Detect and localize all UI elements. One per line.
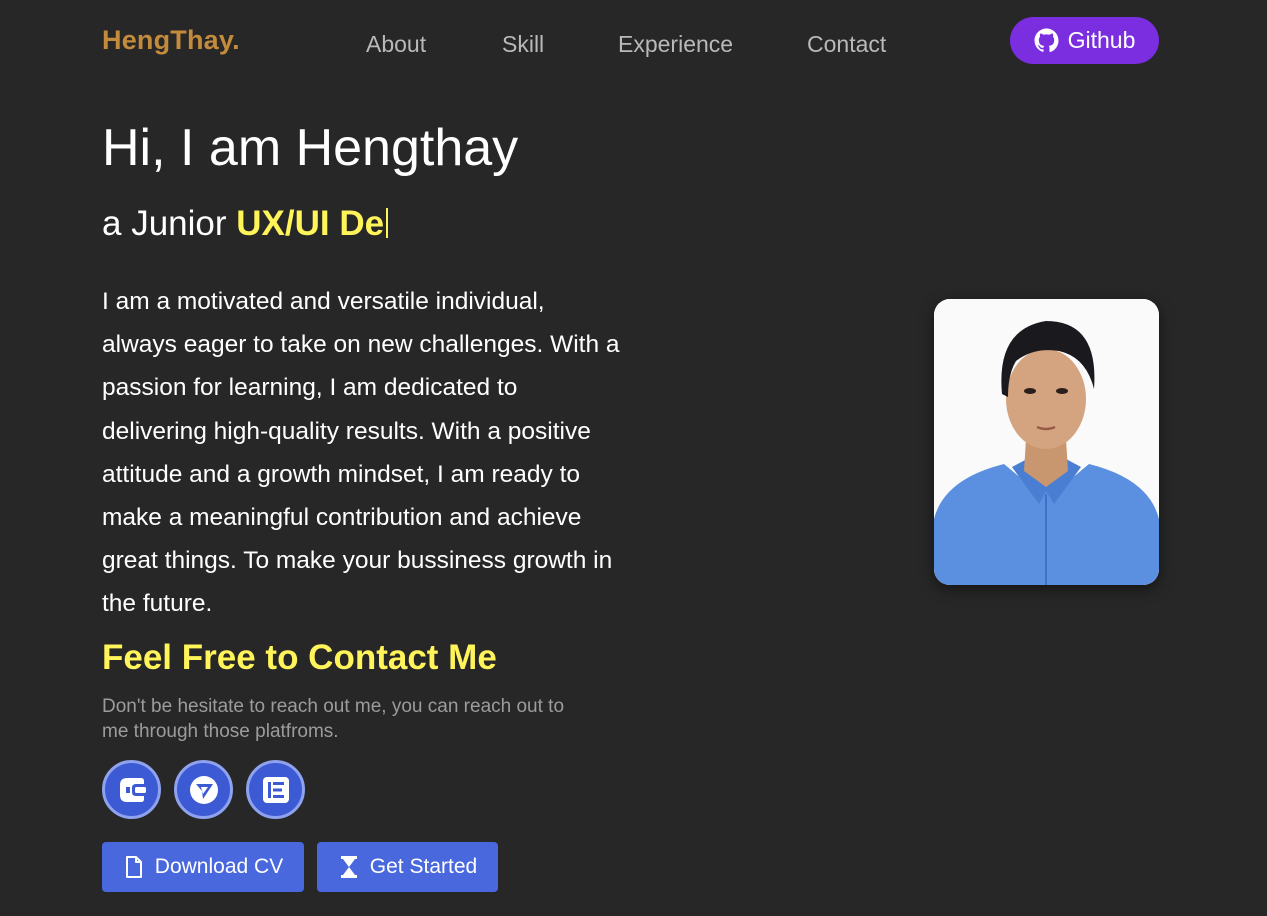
typing-cursor bbox=[386, 208, 389, 238]
github-label: Github bbox=[1067, 27, 1136, 53]
hourglass-icon bbox=[340, 856, 357, 878]
brand-logo[interactable]: HengThay. bbox=[102, 25, 240, 56]
contact-subtext: Don't be hesitate to reach out me, you c… bbox=[102, 696, 565, 742]
email-icon bbox=[262, 776, 289, 803]
download-cv-button[interactable]: Download CV bbox=[102, 842, 304, 892]
phone-icon bbox=[119, 777, 146, 802]
file-icon bbox=[125, 856, 142, 878]
navbar: HengThay. About Skill Experience Contact… bbox=[0, 0, 1267, 90]
role-highlight: UX/UI De bbox=[236, 204, 385, 243]
nav-link-contact[interactable]: Contact bbox=[807, 31, 886, 58]
profile-photo bbox=[934, 299, 1159, 585]
telegram-icon bbox=[189, 775, 218, 804]
email-button[interactable] bbox=[246, 760, 305, 819]
role-line: a Junior UX/UI De bbox=[102, 204, 389, 244]
nav-link-about[interactable]: About bbox=[366, 31, 426, 58]
get-started-label: Get Started bbox=[369, 855, 478, 878]
hero-title: Hi, I am Hengthay bbox=[102, 119, 519, 177]
github-icon bbox=[1034, 28, 1059, 53]
get-started-button[interactable]: Get Started bbox=[317, 842, 498, 892]
phone-button[interactable] bbox=[102, 760, 161, 819]
role-prefix: a Junior bbox=[102, 204, 237, 243]
contact-heading: Feel Free to Contact Me bbox=[102, 638, 497, 677]
bio-paragraph: I am a motivated and versatile individua… bbox=[102, 288, 620, 618]
nav-link-skill[interactable]: Skill bbox=[502, 31, 544, 58]
telegram-button[interactable] bbox=[174, 760, 233, 819]
github-button[interactable]: Github bbox=[1010, 17, 1159, 64]
download-cv-label: Download CV bbox=[154, 855, 284, 878]
nav-link-experience[interactable]: Experience bbox=[618, 31, 733, 58]
